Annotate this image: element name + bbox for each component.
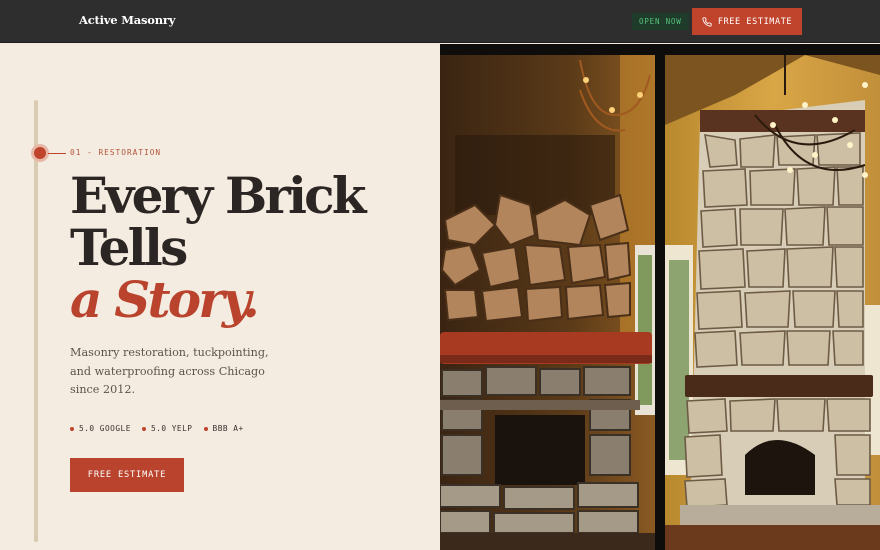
bullet-icon: [203, 426, 208, 431]
section-eyebrow: 01 - RESTORATION: [70, 148, 162, 157]
hero-description: Masonry restoration, tuckpointing, and w…: [70, 346, 269, 396]
fireplace-photo-before: [440, 55, 655, 550]
hero-section: 01 - RESTORATION Every Brick Tells a Sto…: [0, 44, 440, 550]
rating-yelp: 5.0 YELP: [141, 424, 193, 433]
rail-marker: [34, 147, 46, 159]
project-photo-gallery: [440, 44, 880, 550]
header-estimate-label: FREE ESTIMATE: [717, 16, 793, 27]
progress-rail: [34, 100, 38, 542]
headline-line-2: Tells: [70, 218, 188, 277]
bullet-icon: [70, 426, 74, 431]
ratings-list: 5.0 GOOGLE 5.0 YELP BBB A+: [70, 424, 244, 433]
rail-connector: [48, 153, 66, 154]
headline-line-3: a Story.: [70, 270, 260, 329]
hero-estimate-button[interactable]: FREE ESTIMATE: [70, 458, 184, 492]
rating-label: 5.0 YELP: [150, 424, 193, 433]
top-navigation: Active Masonry OPEN NOW FREE ESTIMATE: [0, 0, 880, 43]
header-estimate-button[interactable]: FREE ESTIMATE: [692, 8, 802, 35]
headline-line-1: Every Brick: [70, 166, 366, 225]
bullet-icon: [141, 426, 146, 431]
fireplace-photo-after: [665, 55, 880, 550]
open-now-badge: OPEN NOW: [632, 13, 689, 30]
phone-icon: [702, 16, 712, 27]
rating-bbb: BBB A+: [203, 424, 244, 433]
hero-headline: Every Brick Tells a Story.: [70, 166, 366, 329]
rating-google: 5.0 GOOGLE: [70, 424, 131, 433]
rating-label: 5.0 GOOGLE: [79, 424, 131, 433]
brand-logo[interactable]: Active Masonry: [79, 13, 175, 27]
rating-label: BBB A+: [212, 424, 244, 433]
